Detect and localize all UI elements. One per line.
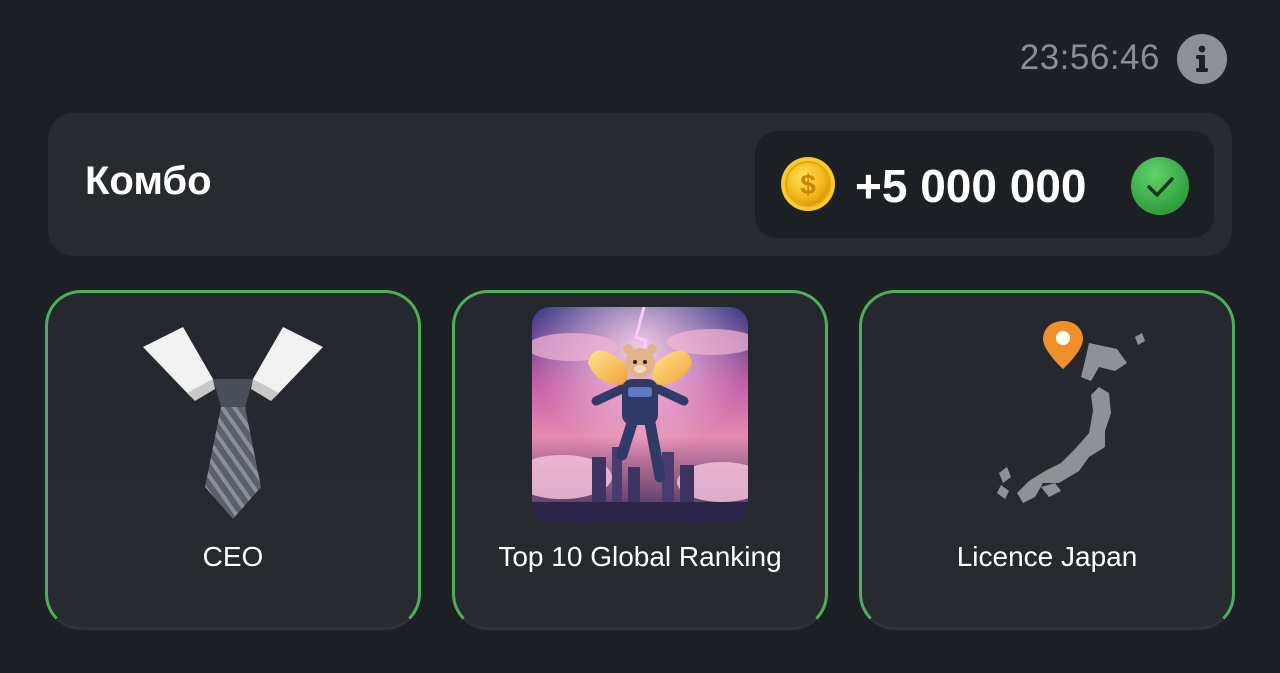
svg-text:$: $ [800, 169, 816, 200]
coin-icon: $ [781, 157, 835, 211]
combo-card-ceo[interactable]: CEO [45, 290, 421, 630]
reward-amount: +5 000 000 [855, 160, 1087, 212]
combo-panel: Комбо $ +5 000 000 [48, 113, 1232, 256]
card-label: Top 10 Global Ranking [498, 541, 782, 572]
necktie-icon [143, 327, 323, 519]
combo-reward: $ +5 000 000 [755, 131, 1214, 238]
card-label: Licence Japan [956, 541, 1138, 572]
combo-title: Комбо [85, 159, 212, 203]
info-icon [1196, 45, 1208, 72]
countdown-timer: 23:56:46 [1019, 38, 1160, 77]
checkmark-icon [1131, 157, 1189, 215]
japan-map-icon [997, 321, 1145, 503]
card-label: CEO [202, 541, 264, 572]
combo-card-top10[interactable]: Top 10 Global Ranking [452, 290, 828, 630]
combo-card-licence-japan[interactable]: Licence Japan [859, 290, 1235, 630]
combo-screen: 23:56:46 Комбо $ +5 000 000 CEO Top 10 G… [0, 0, 1280, 673]
info-button[interactable] [1177, 34, 1227, 84]
hamster-astronaut-image [532, 307, 748, 523]
